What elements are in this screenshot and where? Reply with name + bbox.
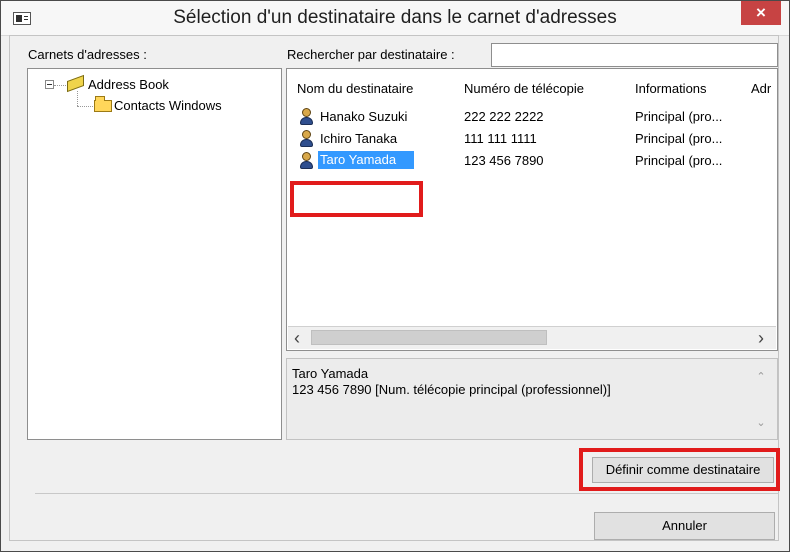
search-input[interactable] [491, 43, 778, 67]
scroll-left-arrow-icon[interactable]: ‹ [288, 329, 306, 347]
recipient-info: Principal (pro... [635, 131, 723, 146]
column-header-address[interactable]: Adr [751, 81, 771, 96]
folder-icon [94, 96, 112, 112]
recipient-highlight-box [290, 181, 423, 217]
contact-person-icon [299, 108, 314, 125]
detail-recipient-fax: 123 456 7890 [Num. télécopie principal (… [292, 382, 611, 397]
tree-connector-line [54, 85, 66, 86]
recipient-row-selected[interactable]: Taro Yamada 123 456 7890 Principal (pro.… [287, 150, 775, 172]
column-header-fax[interactable]: Numéro de télécopie [464, 81, 584, 96]
detail-recipient-name: Taro Yamada [292, 366, 369, 381]
scroll-right-arrow-icon[interactable]: › [752, 329, 770, 347]
recipient-selection-dialog: Sélection d'un destinataire dans le carn… [0, 0, 790, 552]
tree-item-address-book[interactable]: Address Book [88, 76, 169, 94]
column-header-name[interactable]: Nom du destinataire [297, 81, 413, 96]
address-book-icon [67, 74, 84, 93]
column-header-information[interactable]: Informations [635, 81, 707, 96]
contact-person-icon [299, 152, 314, 169]
recipient-name: Hanako Suzuki [320, 109, 408, 124]
recipient-name: Ichiro Tanaka [320, 131, 398, 146]
recipient-details-box: Taro Yamada 123 456 7890 [Num. télécopie… [286, 358, 778, 440]
recipient-info: Principal (pro... [635, 153, 723, 168]
recipient-fax: 111 111 1111 [464, 131, 537, 146]
recipient-row[interactable]: Hanako Suzuki 222 222 2222 Principal (pr… [287, 106, 775, 128]
recipient-info: Principal (pro... [635, 109, 723, 124]
recipient-list[interactable]: Nom du destinataire Numéro de télécopie … [286, 68, 778, 351]
title-bar: Sélection d'un destinataire dans le carn… [1, 1, 789, 36]
contact-person-icon [299, 130, 314, 147]
fax-app-icon [13, 12, 31, 25]
recipient-name: Taro Yamada [318, 151, 414, 169]
address-book-tree[interactable]: Address Book Contacts Windows [27, 68, 282, 440]
search-label: Rechercher par destinataire : [287, 47, 455, 62]
recipient-fax: 123 456 7890 [464, 153, 544, 168]
separator-line [35, 493, 779, 494]
scroll-down-arrow-icon[interactable]: ⌄ [755, 417, 767, 429]
window-title: Sélection d'un destinataire dans le carn… [173, 7, 617, 28]
tree-connector-line [77, 106, 93, 107]
scroll-thumb[interactable] [311, 330, 547, 345]
tree-connector-line [77, 91, 78, 106]
close-button[interactable]: × [741, 1, 781, 25]
recipient-fax: 222 222 2222 [464, 109, 544, 124]
tree-item-contacts-windows[interactable]: Contacts Windows [114, 97, 222, 115]
address-books-label: Carnets d'adresses : [28, 47, 147, 62]
scroll-up-arrow-icon[interactable]: ⌃ [755, 371, 767, 383]
recipient-row[interactable]: Ichiro Tanaka 111 111 1111 Principal (pr… [287, 128, 775, 150]
set-as-recipient-button[interactable]: Définir comme destinataire [592, 457, 774, 483]
cancel-button[interactable]: Annuler [594, 512, 775, 540]
horizontal-scrollbar[interactable]: ‹ › [288, 326, 776, 349]
collapse-toggle-icon[interactable] [45, 80, 54, 89]
